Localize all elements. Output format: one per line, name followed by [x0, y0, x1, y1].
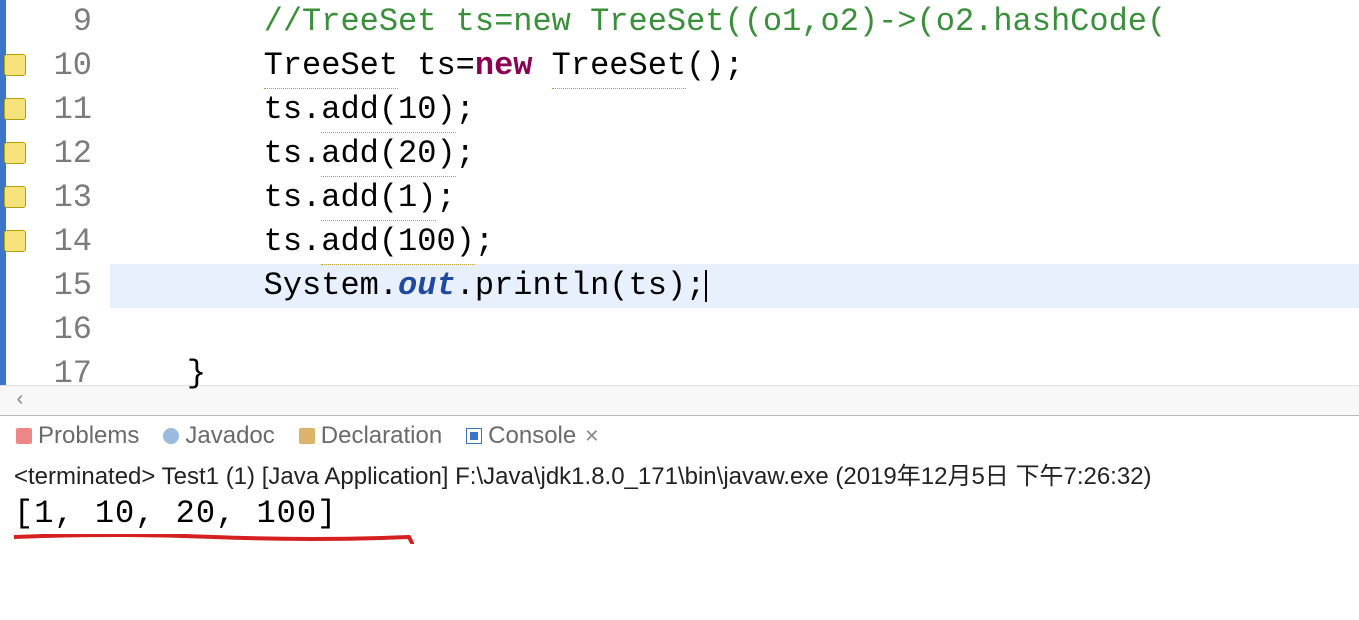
- line-number: 17: [0, 352, 92, 396]
- gutter: 91011121314151617: [0, 0, 100, 385]
- code-token: add(10): [321, 88, 455, 133]
- code-editor[interactable]: 91011121314151617 //TreeSet ts=new TreeS…: [0, 0, 1359, 385]
- indent: [110, 132, 264, 176]
- console-status-line: <terminated> Test1 (1) [Java Application…: [0, 452, 1359, 493]
- bottom-panel: Problems Javadoc Declaration Console ✕ <…: [0, 415, 1359, 534]
- annotation-underline: [14, 534, 414, 540]
- code-line[interactable]: [110, 308, 1359, 352]
- line-number: 10: [0, 44, 92, 88]
- code-token: new: [475, 44, 533, 88]
- code-line[interactable]: ts.add(10);: [110, 88, 1359, 132]
- line-number: 16: [0, 308, 92, 352]
- indent: [110, 88, 264, 132]
- tab-console[interactable]: Console ✕: [456, 420, 609, 452]
- problems-icon: [16, 428, 32, 444]
- javadoc-icon: [163, 428, 179, 444]
- code-line[interactable]: ts.add(100);: [110, 220, 1359, 264]
- code-token: [532, 44, 551, 88]
- code-token: ();: [686, 44, 744, 88]
- code-line[interactable]: TreeSet ts=new TreeSet();: [110, 44, 1359, 88]
- indent: [110, 176, 264, 220]
- code-line[interactable]: System.out.println(ts);: [110, 264, 1359, 308]
- view-tabs: Problems Javadoc Declaration Console ✕: [0, 416, 1359, 452]
- tab-problems[interactable]: Problems: [6, 420, 149, 452]
- code-token: out: [398, 264, 456, 308]
- indent: [110, 44, 264, 88]
- tab-declaration[interactable]: Declaration: [289, 420, 452, 452]
- code-token: ts.: [264, 132, 322, 176]
- indent: [110, 352, 187, 396]
- tab-label: Declaration: [321, 422, 442, 450]
- code-token: }: [187, 352, 206, 396]
- line-number: 15: [0, 264, 92, 308]
- indent: [110, 220, 264, 264]
- code-token: .println(ts);: [456, 264, 706, 308]
- code-token: add(20): [321, 132, 455, 177]
- code-token: add(100): [321, 220, 475, 265]
- code-content[interactable]: //TreeSet ts=new TreeSet((o1,o2)->(o2.ha…: [100, 0, 1359, 385]
- code-token: TreeSet: [264, 44, 398, 89]
- code-line[interactable]: ts.add(1);: [110, 176, 1359, 220]
- code-token: //TreeSet ts=new TreeSet((o1,o2)->(o2.ha…: [264, 0, 1167, 44]
- tab-label: Problems: [38, 422, 139, 450]
- code-token: ;: [436, 176, 455, 220]
- console-output-text: [1, 10, 20, 100]: [14, 495, 337, 532]
- code-token: ts.: [264, 220, 322, 264]
- console-output: [1, 10, 20, 100]: [0, 493, 1359, 534]
- code-token: ;: [456, 132, 475, 176]
- text-cursor: [705, 270, 707, 302]
- tab-javadoc[interactable]: Javadoc: [153, 420, 284, 452]
- code-token: System.: [264, 264, 398, 308]
- close-icon[interactable]: ✕: [584, 426, 599, 447]
- code-token: ts.: [264, 176, 322, 220]
- code-token: TreeSet: [552, 44, 686, 89]
- line-number: 11: [0, 88, 92, 132]
- code-token: ;: [456, 88, 475, 132]
- console-icon: [466, 428, 482, 444]
- line-number: 12: [0, 132, 92, 176]
- code-token: ts.: [264, 88, 322, 132]
- declaration-icon: [299, 428, 315, 444]
- indent: [110, 0, 264, 44]
- code-line[interactable]: ts.add(20);: [110, 132, 1359, 176]
- code-line[interactable]: }: [110, 352, 1359, 396]
- tab-label: Javadoc: [185, 422, 274, 450]
- code-line[interactable]: //TreeSet ts=new TreeSet((o1,o2)->(o2.ha…: [110, 0, 1359, 44]
- code-token: ;: [475, 220, 494, 264]
- indent: [110, 264, 264, 308]
- line-number: 13: [0, 176, 92, 220]
- line-number: 9: [0, 0, 92, 44]
- code-token: ts=: [398, 44, 475, 88]
- tab-label: Console: [488, 422, 576, 450]
- code-token: add(1): [321, 176, 436, 221]
- line-number: 14: [0, 220, 92, 264]
